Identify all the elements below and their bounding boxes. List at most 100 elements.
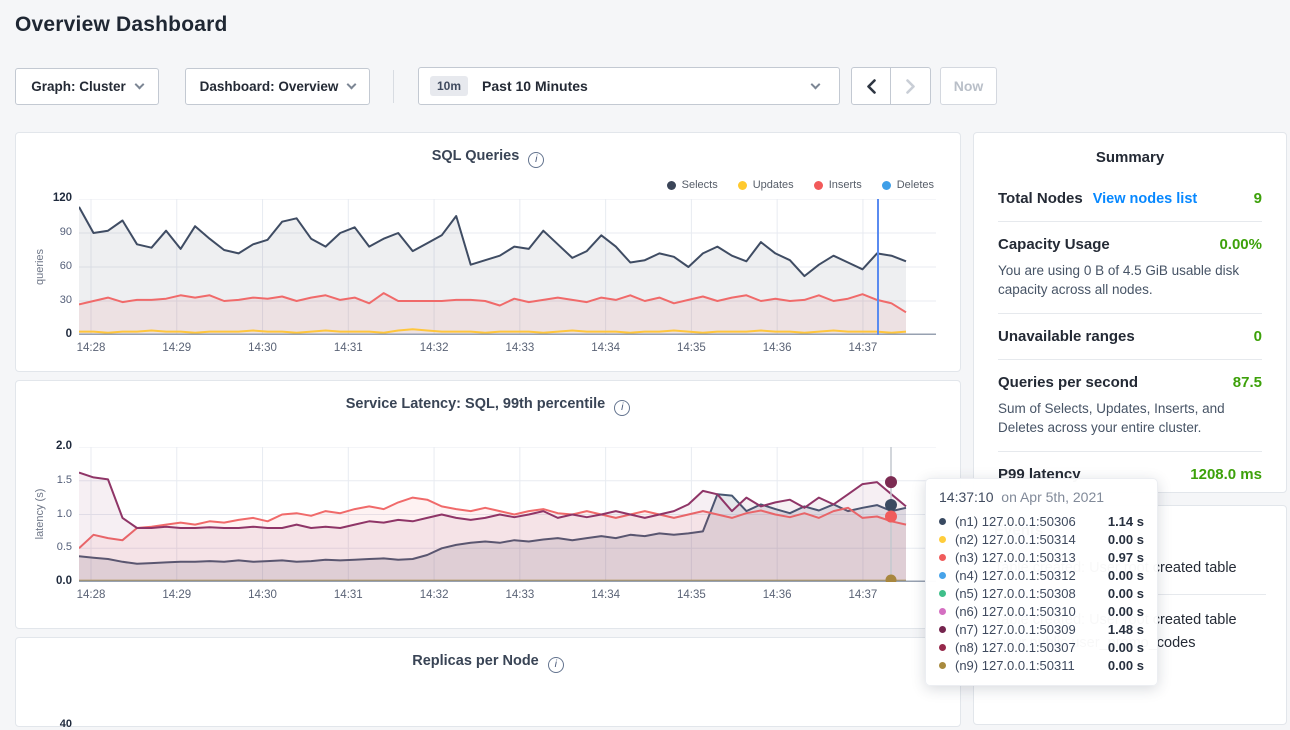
summary-value: 1208.0 ms <box>1190 466 1262 483</box>
summary-subtitle: You are using 0 B of 4.5 GiB usable disk… <box>998 261 1262 299</box>
node-address: (n6) 127.0.0.1:50310 <box>955 604 1076 619</box>
info-icon[interactable]: i <box>528 152 544 168</box>
x-tick-label: 14:37 <box>835 342 891 354</box>
node-color-dot <box>939 662 946 669</box>
x-tick-label: 14:33 <box>492 342 548 354</box>
node-color-dot <box>939 536 946 543</box>
x-tick-label: 14:28 <box>63 342 119 354</box>
page-title: Overview Dashboard <box>15 13 228 37</box>
now-button[interactable]: Now <box>940 67 997 105</box>
legend-item-updates: Updates <box>738 179 794 191</box>
x-tick-label: 14:28 <box>63 589 119 601</box>
info-icon[interactable]: i <box>548 657 564 673</box>
summary-value: 87.5 <box>1233 374 1262 391</box>
node-color-dot <box>939 608 946 615</box>
controls-divider <box>393 70 394 103</box>
legend-label: Updates <box>753 179 794 191</box>
summary-divider <box>998 359 1262 360</box>
node-address: (n3) 127.0.0.1:50313 <box>955 550 1076 565</box>
summary-row: Queries per second87.5Sum of Selects, Up… <box>998 374 1262 437</box>
legend-item-selects: Selects <box>667 179 718 191</box>
x-tick-label: 14:29 <box>149 342 205 354</box>
service-latency-chart[interactable] <box>79 447 936 582</box>
x-tick-label: 14:37 <box>835 589 891 601</box>
next-range-button[interactable] <box>891 67 931 105</box>
node-address: (n8) 127.0.0.1:50307 <box>955 640 1076 655</box>
view-nodes-list-link[interactable]: View nodes list <box>1093 191 1198 207</box>
legend-label: Deletes <box>897 179 934 191</box>
node-latency-value: 0.00 s <box>1108 640 1144 655</box>
summary-label: Unavailable ranges <box>998 328 1135 345</box>
summary-divider <box>998 451 1262 452</box>
tooltip-node-row-n5: (n5) 127.0.0.1:503080.00 s <box>939 584 1144 602</box>
x-tick-label: 14:32 <box>406 342 462 354</box>
chart-hover-tooltip: 14:37:10 on Apr 5th, 2021 (n1) 127.0.0.1… <box>925 478 1158 686</box>
node-address: (n4) 127.0.0.1:50312 <box>955 568 1076 583</box>
summary-subtitle: Sum of Selects, Updates, Inserts, and De… <box>998 399 1262 437</box>
dashboard-dropdown-label: Dashboard: Overview <box>200 79 339 94</box>
y-tick-label: 90 <box>24 226 72 238</box>
y-tick-label: 0.5 <box>24 541 72 553</box>
summary-row: Capacity Usage 0.00% You are using 0 B of … <box>998 236 1262 299</box>
info-icon[interactable]: i <box>614 400 630 416</box>
y-tick-label: 120 <box>24 192 72 204</box>
node-address: (n9) 127.0.0.1:50311 <box>955 658 1075 673</box>
graph-dropdown[interactable]: Graph: Cluster <box>15 68 159 105</box>
x-tick-label: 14:36 <box>749 589 805 601</box>
y-tick-label: 1.0 <box>24 508 72 520</box>
legend-dot <box>882 181 891 190</box>
y-tick-label: 0.0 <box>24 575 72 587</box>
legend-dot <box>667 181 676 190</box>
x-tick-label: 14:29 <box>149 589 205 601</box>
sql-queries-card: SQL Queriesi SelectsUpdatesInsertsDelete… <box>15 132 961 372</box>
summary-value: 0 <box>1254 328 1262 345</box>
legend-item-deletes: Deletes <box>882 179 934 191</box>
node-latency-value: 0.00 s <box>1108 568 1144 583</box>
node-color-dot <box>939 644 946 651</box>
x-tick-label: 14:32 <box>406 589 462 601</box>
dashboard-dropdown[interactable]: Dashboard: Overview <box>185 68 370 105</box>
sql-queries-chart[interactable] <box>79 199 936 335</box>
summary-label: Capacity Usage <box>998 236 1110 253</box>
chevron-down-icon <box>811 79 821 89</box>
sql-legend: Selects Updates Inserts Deletes <box>667 179 934 191</box>
summary-value: 0.00% <box>1219 236 1262 253</box>
summary-label: Total Nodes <box>998 190 1083 207</box>
node-address: (n1) 127.0.0.1:50306 <box>955 514 1076 529</box>
node-latency-value: 1.14 s <box>1108 514 1144 529</box>
x-tick-label: 14:34 <box>578 342 634 354</box>
x-tick-label: 14:36 <box>749 342 805 354</box>
legend-dot <box>814 181 823 190</box>
legend-dot <box>738 181 747 190</box>
x-tick-label: 14:35 <box>663 342 719 354</box>
tooltip-node-row-n3: (n3) 127.0.0.1:50313 0.97 s <box>939 548 1144 566</box>
x-tick-label: 14:34 <box>578 589 634 601</box>
time-range-pager <box>851 67 931 105</box>
y-tick-label: 30 <box>24 294 72 306</box>
x-tick-label: 14:33 <box>492 589 548 601</box>
time-range-label: Past 10 Minutes <box>482 78 588 94</box>
summary-divider <box>998 313 1262 314</box>
replicas-y-tick-partial: 40 <box>24 718 72 730</box>
node-latency-value: 0.00 s <box>1108 586 1144 601</box>
node-color-dot <box>939 590 946 597</box>
chevron-down-icon <box>134 80 144 90</box>
tooltip-node-row-n6: (n6) 127.0.0.1:50310 0.00 s <box>939 602 1144 620</box>
tooltip-node-row-n2: (n2) 127.0.0.1:503140.00 s <box>939 530 1144 548</box>
x-tick-label: 14:30 <box>235 342 291 354</box>
prev-range-button[interactable] <box>851 67 891 105</box>
tooltip-time: 14:37:10 <box>939 489 994 505</box>
x-tick-label: 14:30 <box>235 589 291 601</box>
time-range-select[interactable]: 10m Past 10 Minutes <box>418 67 840 105</box>
node-latency-value: 0.00 s <box>1108 604 1144 619</box>
node-latency-value: 0.97 s <box>1108 550 1144 565</box>
y-tick-label: 0 <box>24 328 72 340</box>
legend-label: Selects <box>682 179 718 191</box>
summary-title: Summary <box>998 149 1262 166</box>
node-address: (n7) 127.0.0.1:50309 <box>955 622 1076 637</box>
time-range-badge: 10m <box>430 76 468 96</box>
y-tick-label: 60 <box>24 260 72 272</box>
tooltip-node-row-n9: (n9) 127.0.0.1:503110.00 s <box>939 656 1144 674</box>
legend-label: Inserts <box>829 179 862 191</box>
tooltip-node-row-n1: (n1) 127.0.0.1:50306 1.14 s <box>939 512 1144 530</box>
